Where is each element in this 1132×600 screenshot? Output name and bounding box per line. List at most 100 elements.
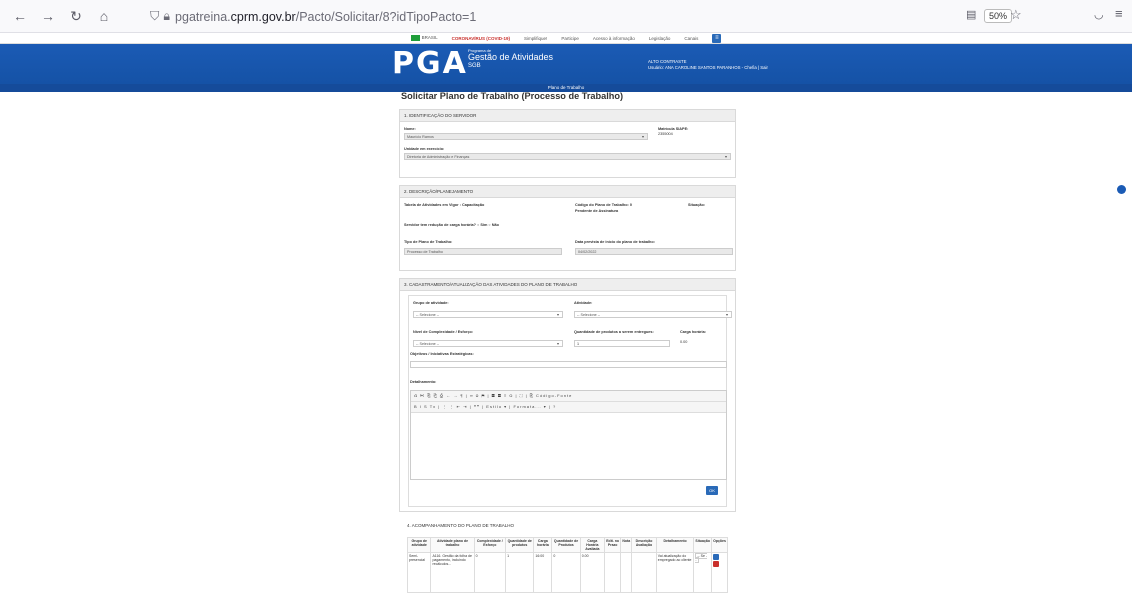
back-icon[interactable]: ← <box>8 4 32 28</box>
quantidade-input[interactable]: 1 <box>574 340 670 347</box>
home-icon[interactable]: ⌂ <box>92 4 116 28</box>
carga-label: Carga horária: <box>680 330 706 334</box>
editor-toolbar-1[interactable]: ⎌ ✂ ⎘ ⎗ ⎙ ← → ¶ | ∞ ⊘ ⚑ | ▦ ▤ ≡ Ω | ⛶ | … <box>411 391 726 402</box>
chevron-down-icon: ▾ <box>724 154 727 159</box>
nivel-select[interactable]: -- Selecione -- ▾ <box>413 340 563 347</box>
editor-toolbar-2[interactable]: B I S Tx | ⋮ ⋮ ⇤ ⇥ | ❝❞ | Estilo ▾ | For… <box>411 402 726 413</box>
chevron-down-icon: ▾ <box>725 312 728 317</box>
ok-button[interactable]: OK <box>706 486 718 495</box>
chevron-down-icon: ▾ <box>641 134 644 139</box>
col-situacao: Situação <box>693 537 713 553</box>
data-field: 04/02/2022 <box>575 248 733 255</box>
unidade-label: Unidade em exercício: <box>404 147 445 151</box>
flag-icon <box>410 35 420 41</box>
atividade-label: Atividade: <box>574 301 593 305</box>
pendente-label: Pendente de Assinatura <box>575 209 619 213</box>
activity-form: Grupo de atividade: -- Selecione -- ▾ Ati… <box>408 295 732 507</box>
pocket-icon[interactable]: ◡ <box>1094 8 1104 21</box>
section-header: 1. IDENTIFICAÇÃO DO SERVIDOR <box>400 110 735 122</box>
browser-toolbar: ← → ↻ ⌂ ⛉ 🔒︎ pgatreina. cprm.gov.br/Pacto… <box>0 0 1132 33</box>
col-descricao: Descrição Avaliação <box>631 537 657 553</box>
tipo-label: Tipo de Plano de Trabalho: <box>404 240 453 244</box>
section-header: 3. CADASTRAMENTO/ATUALIZAÇÃO DAS ATIVIDA… <box>400 279 735 291</box>
situacao-select[interactable]: -- Se -- <box>695 553 708 563</box>
reducao-question: Servidor tem redução de carga horária? ○… <box>404 223 499 227</box>
chevron-down-icon: ▾ <box>556 341 559 346</box>
reload-icon[interactable]: ↻ <box>64 4 88 28</box>
gov-bar: BRASIL CORONAVÍRUS (COVID-19) Simplifiqu… <box>0 33 1132 44</box>
bookmark-star-icon[interactable]: ☆ <box>1010 7 1022 23</box>
grupo-select[interactable]: -- Selecione -- ▾ <box>413 311 563 318</box>
table-row: Semi-presencial A116. Gestão da folha de… <box>406 552 728 593</box>
forward-icon[interactable]: → <box>36 4 60 28</box>
section-identificacao: 1. IDENTIFICAÇÃO DO SERVIDOR Nome: Maurí… <box>399 109 736 178</box>
chevron-down-icon: ▾ <box>556 312 559 317</box>
acompanhamento-table: Grupo de atividade Atividade plano de tr… <box>406 537 728 593</box>
user-info: ALTO CONTRASTE Usuário: ANA CAROLINE SAN… <box>648 59 768 72</box>
col-detalhamento: Detalhamento <box>655 537 695 553</box>
url-prefix: pgatreina. <box>175 9 231 24</box>
detalhamento-label: Detalhamento: <box>410 380 437 384</box>
col-nota: Nota <box>620 537 633 553</box>
table-header-row: Grupo de atividade Atividade plano de tr… <box>406 537 728 553</box>
section-cadastramento: 3. CADASTRAMENTO/ATUALIZAÇÃO DAS ATIVIDA… <box>399 278 736 512</box>
situacao-label: Situação: <box>688 203 706 207</box>
section-planejamento: 2. DESCRIÇÃO/PLANEJAMENTO Tabela de Ativ… <box>399 185 736 271</box>
col-quantidade: Quantidade de produtos <box>505 537 535 553</box>
grupo-label: Grupo de atividade: <box>413 301 449 305</box>
siape-label: Matrícula SIAPE: <box>658 127 689 131</box>
col-qtd-produtos: Quantidade de Produtos <box>551 537 581 553</box>
logo-subtitle: Programa de Gestão de Atividades SGB <box>468 48 554 69</box>
codigo-plano: Código do Plano de Trabalho: 0 <box>575 203 632 207</box>
siape-value: 2355004 <box>658 132 673 136</box>
gov-link-legislacao[interactable]: Legislação <box>649 36 671 41</box>
tabela-atividades: Tabela de Atividades em Vigor : Capacita… <box>404 203 485 207</box>
lock-icon: 🔒︎ <box>163 9 171 23</box>
col-carga-avaliada: Carga Horária Avaliada <box>579 537 605 553</box>
data-label: Data prevista de início do plano de trab… <box>575 240 655 244</box>
carga-value: 0.00 <box>680 340 688 344</box>
col-complexidade: Complexidade / Esforço <box>473 537 507 553</box>
gov-link-simplifique[interactable]: Simplifique! <box>524 36 547 41</box>
header-banner: PGA Programa de Gestão de Atividades SGB… <box>0 44 1132 84</box>
section-header: 4. ACOMPANHAMENTO DO PLANO DE TRABALHO <box>407 523 515 528</box>
gov-link-acesso[interactable]: Acesso à informação <box>593 36 635 41</box>
col-opcoes: Opções <box>711 537 728 553</box>
main-content: Solicitar Plano de Trabalho (Processo de… <box>399 88 736 600</box>
zoom-indicator[interactable]: 50% <box>984 9 1013 23</box>
rich-text-editor[interactable]: ⎌ ✂ ⎘ ⎗ ⎙ ← → ¶ | ∞ ⊘ ⚑ | ▦ ▤ ≡ Ω | ⛶ | … <box>410 390 727 480</box>
covid-link[interactable]: CORONAVÍRUS (COVID-19) <box>452 36 510 41</box>
accessibility-icon[interactable] <box>1117 185 1126 194</box>
col-grupo: Grupo de atividade <box>406 537 432 553</box>
col-edit-prazo: Edit. no Prazo <box>603 537 622 553</box>
gov-link-participe[interactable]: Participe <box>561 36 579 41</box>
col-atividade: Atividade plano de trabalho <box>430 537 475 553</box>
menu-icon[interactable]: ≡ <box>1115 6 1123 21</box>
user-label[interactable]: Usuário: ANA CAROLINE SANTOS PARANHOS - … <box>648 65 768 71</box>
atividade-select[interactable]: -- Selecione -- ▾ <box>574 311 732 318</box>
edit-icon[interactable] <box>713 554 720 560</box>
sim-radio[interactable]: ○ Sim <box>477 223 487 227</box>
reader-icon[interactable]: ▤ <box>966 8 976 21</box>
gov-menu-icon[interactable]: ≡ <box>712 33 722 43</box>
col-carga: Carga horária <box>533 537 553 553</box>
page-title: Solicitar Plano de Trabalho (Processo de… <box>401 91 624 101</box>
brasil-link[interactable]: BRASIL <box>410 35 438 41</box>
objetivos-label: Objetivos / Iniciativas Estratégicas: <box>410 352 474 356</box>
objetivos-input[interactable] <box>410 361 727 368</box>
quantidade-label: Quantidade de produtos a serem entregues… <box>574 330 654 334</box>
tipo-field: Processo de Trabalho <box>404 248 562 255</box>
nome-label: Nome: <box>404 127 416 131</box>
section-header: 2. DESCRIÇÃO/PLANEJAMENTO <box>400 186 735 198</box>
unidade-select[interactable]: Diretoria de Administração e Finanças ▾ <box>404 153 731 160</box>
nao-radio[interactable]: ○ Não <box>488 223 499 227</box>
delete-icon[interactable] <box>713 561 720 567</box>
url-path: /Pacto/Solicitar/8?idTipoPacto=1 <box>295 9 477 24</box>
section-acompanhamento: 4. ACOMPANHAMENTO DO PLANO DE TRABALHO G… <box>399 519 736 593</box>
gov-link-canais[interactable]: Canais <box>684 36 698 41</box>
nome-select[interactable]: Maurício Ramos ▾ <box>404 133 648 140</box>
shield-icon: ⛉ <box>150 9 160 23</box>
url-bar[interactable]: ⛉ 🔒︎ pgatreina. cprm.gov.br/Pacto/Solicit… <box>150 5 860 28</box>
pga-logo: PGA <box>392 46 468 81</box>
url-domain: cprm.gov.br <box>230 9 296 24</box>
